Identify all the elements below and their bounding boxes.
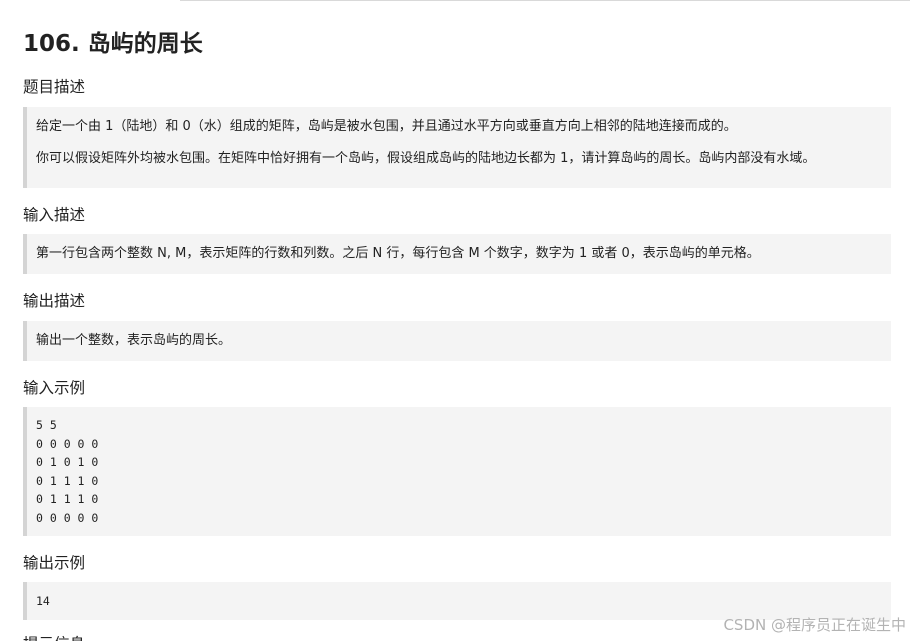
output-description-heading: 输出描述 <box>23 292 86 310</box>
code-line: 0 1 1 1 0 <box>36 492 99 507</box>
input-description-block: 第一行包含两个整数 N, M，表示矩阵的行数和列数。之后 N 行，每行包含 M … <box>23 234 891 274</box>
input-example-code[interactable]: 5 5 0 0 0 0 0 0 1 0 1 0 0 1 1 1 0 0 1 1 … <box>23 407 891 536</box>
output-description-text: 输出一个整数，表示岛屿的周长。 <box>36 333 232 348</box>
problem-page: 106. 岛屿的周长 题目描述 给定一个由 1（陆地）和 0（水）组成的矩阵，岛… <box>0 0 910 641</box>
hint-heading: 提示信息 <box>23 633 85 641</box>
code-line: 14 <box>36 594 50 608</box>
output-description-block: 输出一个整数，表示岛屿的周长。 <box>23 321 891 361</box>
input-description-text: 第一行包含两个整数 N, M，表示矩阵的行数和列数。之后 N 行，每行包含 M … <box>36 246 760 261</box>
code-line: 0 1 0 1 0 <box>36 455 99 470</box>
input-description-heading: 输入描述 <box>23 206 86 224</box>
code-line: 0 0 0 0 0 <box>36 510 99 525</box>
input-example-heading: 输入示例 <box>23 379 86 397</box>
description-heading: 题目描述 <box>23 78 86 96</box>
description-paragraph-2: 你可以假设矩阵外均被水包围。在矩阵中恰好拥有一个岛屿，假设组成岛屿的陆地边长都为… <box>36 151 816 166</box>
description-block: 给定一个由 1（陆地）和 0（水）组成的矩阵，岛屿是被水包围，并且通过水平方向或… <box>23 107 891 188</box>
code-line: 0 0 0 0 0 <box>36 436 99 451</box>
problem-title: 106. 岛屿的周长 <box>23 31 203 57</box>
csdn-watermark: CSDN @程序员正在诞生中 <box>723 616 906 634</box>
code-line: 0 1 1 1 0 <box>36 473 99 488</box>
output-example-heading: 输出示例 <box>23 554 86 572</box>
description-paragraph-1: 给定一个由 1（陆地）和 0（水）组成的矩阵，岛屿是被水包围，并且通过水平方向或… <box>36 119 737 134</box>
top-divider <box>180 0 910 1</box>
code-line: 5 5 <box>36 418 57 432</box>
